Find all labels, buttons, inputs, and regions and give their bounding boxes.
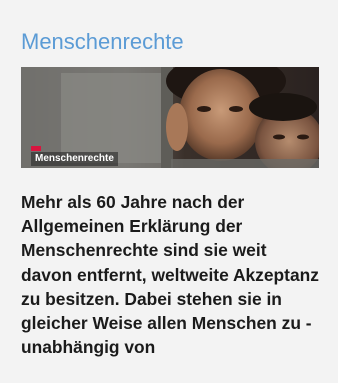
image-caption: Menschenrechte bbox=[31, 152, 118, 166]
card-title-link[interactable]: Menschenrechte bbox=[21, 27, 184, 57]
article-teaser-card[interactable]: Menschenrechte Menschenrechte Mehr als 6… bbox=[0, 0, 338, 383]
category-tag-marker bbox=[31, 146, 41, 151]
teaser-text-link[interactable]: Mehr als 60 Jahre nach der Allgemeinen E… bbox=[21, 190, 321, 359]
teaser-image[interactable]: Menschenrechte bbox=[21, 67, 319, 168]
